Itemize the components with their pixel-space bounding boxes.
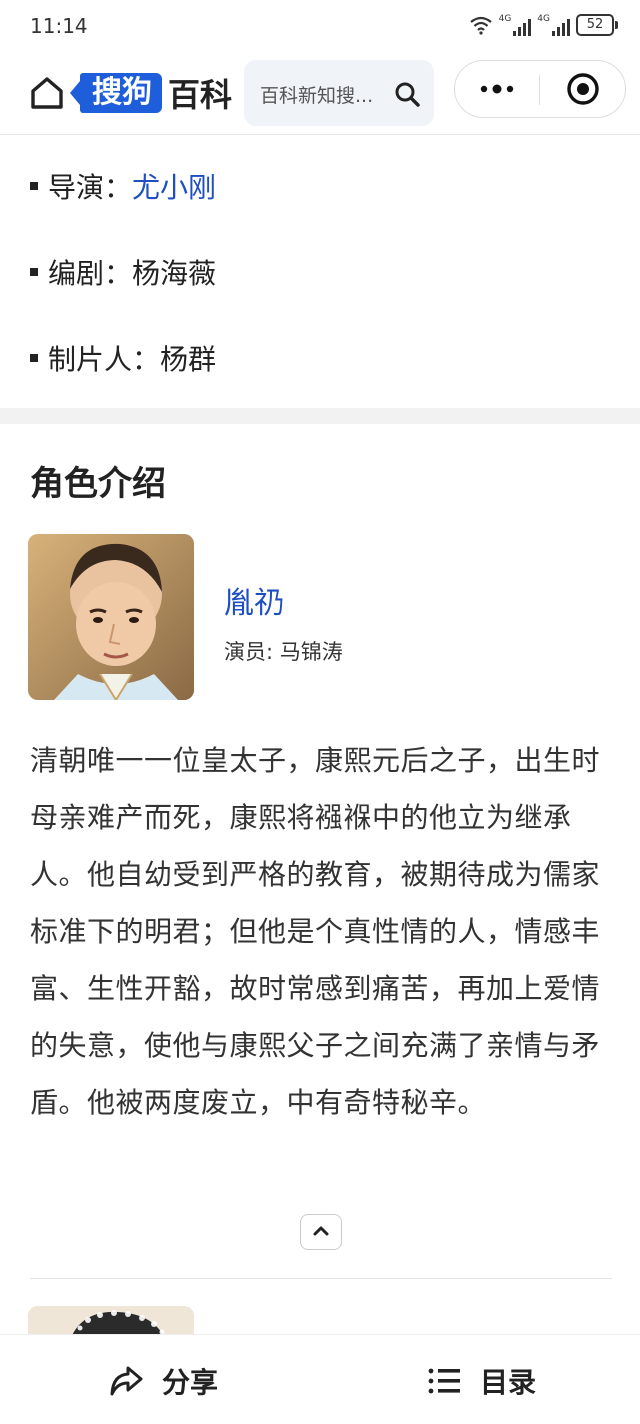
more-icon[interactable] — [477, 79, 517, 99]
info-value: 杨群 — [160, 343, 217, 376]
section-divider — [0, 408, 640, 424]
cell-signal-icon: 4G — [499, 14, 532, 36]
logo-text: 百科 — [168, 76, 233, 114]
wifi-icon — [469, 16, 492, 35]
signal-label: 4G — [498, 14, 512, 24]
divider — [30, 1278, 612, 1279]
info-producer: 制片人： 杨群 — [30, 338, 216, 378]
director-link[interactable]: 尤小刚 — [132, 166, 216, 206]
bullet — [30, 182, 38, 190]
share-button[interactable]: 分享 — [108, 1361, 218, 1401]
capsule-divider — [539, 75, 540, 105]
sogou-baike-logo[interactable]: 搜狗 百科 — [70, 70, 233, 116]
list-icon — [428, 1368, 460, 1394]
status-time: 11:14 — [30, 14, 88, 38]
status-icons: 4G 4G 52 — [469, 14, 618, 36]
search-input[interactable]: 百科新知搜... — [244, 60, 434, 126]
share-label: 分享 — [162, 1366, 219, 1399]
bullet — [30, 354, 38, 362]
share-icon — [110, 1366, 143, 1396]
cell-signal-icon: 4G — [537, 14, 570, 36]
search-icon[interactable] — [394, 81, 420, 107]
top-nav: 搜狗 百科 百科新知搜... — [0, 56, 640, 135]
portrait-image — [28, 534, 194, 700]
character-name-link[interactable]: 胤礽 — [224, 578, 284, 622]
miniapp-capsule — [454, 60, 626, 118]
battery-icon: 52 — [576, 14, 618, 36]
toc-button[interactable]: 目录 — [428, 1361, 536, 1401]
home-icon[interactable] — [28, 74, 66, 112]
info-value: 杨海薇 — [132, 257, 217, 290]
close-miniapp-icon[interactable] — [565, 71, 601, 107]
character-actor: 演员: 马锦涛 — [224, 640, 343, 664]
info-writer: 编剧： 杨海薇 — [30, 252, 216, 292]
section-title-roles: 角色介绍 — [30, 464, 166, 504]
logo-box: 搜狗 — [70, 73, 162, 113]
toc-label: 目录 — [480, 1366, 537, 1399]
signal-label: 4G — [537, 14, 550, 24]
search-placeholder: 百科新知搜... — [260, 85, 374, 107]
info-label: 制片人： — [48, 343, 161, 376]
collapse-button[interactable] — [300, 1214, 342, 1250]
info-label: 编剧： — [48, 257, 133, 290]
bullet — [30, 268, 38, 276]
status-bar: 11:14 4G 4G 52 — [0, 0, 640, 56]
chevron-up-icon — [313, 1226, 329, 1236]
character-portrait[interactable] — [28, 534, 194, 700]
info-director: 导演： 尤小刚 — [30, 166, 216, 206]
info-label: 导演： — [48, 171, 133, 204]
character-description: 清朝唯一一位皇太子，康熙元后之子，出生时母亲难产而死，康熙将襁褓中的他立为继承人… — [30, 744, 601, 1119]
bottom-toolbar: 分享 目录 — [0, 1334, 640, 1424]
